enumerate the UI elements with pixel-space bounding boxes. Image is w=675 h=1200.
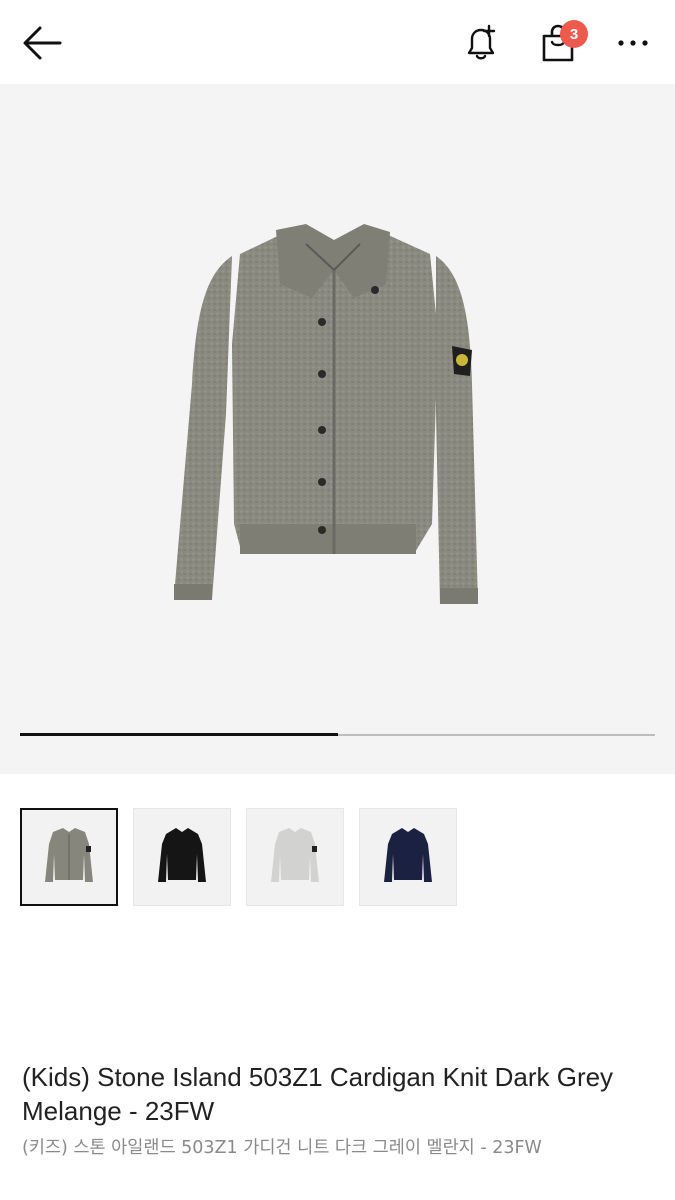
product-title: (Kids) Stone Island 503Z1 Cardigan Knit … bbox=[22, 1062, 614, 1126]
thumbnail-light-grey[interactable] bbox=[246, 808, 344, 906]
arrow-left-icon bbox=[23, 26, 62, 60]
carousel-progress-fill bbox=[20, 733, 338, 736]
thumbnail-grey-melange[interactable] bbox=[20, 808, 118, 906]
cart-button[interactable]: 3 bbox=[530, 18, 588, 68]
notification-button[interactable] bbox=[456, 20, 506, 66]
bell-plus-icon bbox=[467, 24, 496, 60]
thumbnail-navy[interactable] bbox=[359, 808, 457, 906]
cart-count-badge: 3 bbox=[560, 20, 588, 48]
product-image-carousel[interactable] bbox=[0, 84, 675, 774]
product-image bbox=[174, 224, 478, 604]
more-options-button[interactable] bbox=[608, 20, 658, 66]
product-subtitle: (키즈) 스톤 아일랜드 503Z1 가디건 니트 다크 그레이 멜란지 - 2… bbox=[22, 1138, 542, 1158]
carousel-progress-track bbox=[20, 733, 655, 736]
thumbnail-black[interactable] bbox=[133, 808, 231, 906]
more-horizontal-icon bbox=[618, 40, 648, 46]
back-button[interactable] bbox=[14, 20, 70, 66]
top-bar: 3 bbox=[0, 0, 675, 84]
